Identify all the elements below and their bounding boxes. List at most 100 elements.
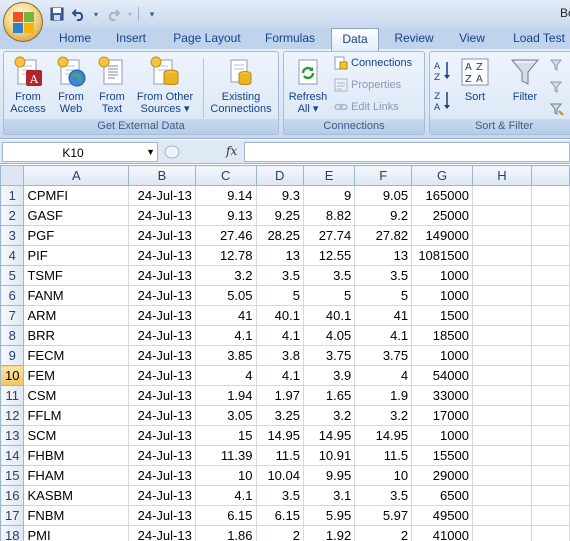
cell-d[interactable]: 13 [255,245,304,266]
cell-f[interactable]: 5 [354,285,413,306]
cell-c[interactable]: 6.15 [194,505,257,526]
cell-b[interactable]: 24-Jul-13 [128,185,196,206]
cell-g[interactable]: 33000 [411,385,473,406]
cell-a[interactable]: FHBM [23,445,130,466]
cell-e[interactable]: 3.5 [302,265,356,286]
cell-f[interactable]: 9.05 [354,185,413,206]
cell-d[interactable]: 40.1 [255,305,304,326]
cell-g[interactable]: 1081500 [411,245,473,266]
cell-b[interactable]: 24-Jul-13 [128,385,196,406]
cell-g[interactable]: 54000 [411,365,473,386]
cell-c[interactable]: 3.85 [194,345,257,366]
cell-c[interactable]: 4.1 [194,485,257,506]
cell-c[interactable]: 41 [194,305,257,326]
cell-f[interactable]: 3.75 [354,345,413,366]
cell-a[interactable]: PGF [23,225,130,246]
cell-h[interactable] [471,445,532,466]
cell-i[interactable] [530,365,570,386]
cell-c[interactable]: 9.13 [194,205,257,226]
cell-h[interactable] [471,405,532,426]
cell-b[interactable]: 24-Jul-13 [128,445,196,466]
cell-h[interactable] [471,345,532,366]
cell-a[interactable]: CSM [23,385,130,406]
column-header-g[interactable]: G [411,165,473,186]
cell-d[interactable]: 28.25 [255,225,304,246]
from-access-button[interactable]: A From Access [6,56,50,115]
cell-i[interactable] [530,265,570,286]
cell-i[interactable] [530,505,570,526]
cell-g[interactable]: 165000 [411,185,473,206]
cell-a[interactable]: FECM [23,345,130,366]
cell-h[interactable] [471,205,532,226]
cell-e[interactable]: 10.91 [302,445,356,466]
cell-b[interactable]: 24-Jul-13 [128,345,196,366]
cell-c[interactable]: 27.46 [194,225,257,246]
cell-f[interactable]: 14.95 [354,425,413,446]
cell-b[interactable]: 24-Jul-13 [128,245,196,266]
cell-g[interactable]: 1000 [411,425,473,446]
cell-a[interactable]: PMI [23,525,130,541]
row-header[interactable]: 11 [0,385,25,406]
cell-b[interactable]: 24-Jul-13 [128,325,196,346]
cell-f[interactable]: 27.82 [354,225,413,246]
tab-home[interactable]: Home [52,28,98,50]
cell-i[interactable] [530,305,570,326]
cell-i[interactable] [530,245,570,266]
cell-d[interactable]: 4.1 [255,325,304,346]
cell-a[interactable]: SCM [23,425,130,446]
row-header[interactable]: 8 [0,325,25,346]
cell-c[interactable]: 1.86 [194,525,257,541]
cell-b[interactable]: 24-Jul-13 [128,465,196,486]
cell-c[interactable]: 3.2 [194,265,257,286]
column-header-h[interactable]: H [471,165,532,186]
from-text-button[interactable]: From Text [92,56,132,115]
row-header[interactable]: 16 [0,485,25,506]
cell-c[interactable]: 4.1 [194,325,257,346]
edit-links-button[interactable]: Edit Links [334,100,399,114]
cell-b[interactable]: 24-Jul-13 [128,305,196,326]
column-header-f[interactable]: F [354,165,413,186]
sort-button[interactable]: AZZA Sort [458,56,492,103]
select-all-corner[interactable] [0,165,25,186]
insert-function-button[interactable]: fx [226,144,237,158]
properties-button[interactable]: Properties [334,78,401,92]
column-header-i[interactable] [530,165,570,186]
row-header[interactable]: 6 [0,285,25,306]
cell-e[interactable]: 5 [302,285,356,306]
cell-h[interactable] [471,325,532,346]
row-header[interactable]: 12 [0,405,25,426]
cell-f[interactable]: 3.5 [354,265,413,286]
cell-i[interactable] [530,445,570,466]
cell-e[interactable]: 12.55 [302,245,356,266]
cell-i[interactable] [530,425,570,446]
cell-a[interactable]: FANM [23,285,130,306]
cell-i[interactable] [530,325,570,346]
cell-a[interactable]: ARM [23,305,130,326]
cell-e[interactable]: 3.75 [302,345,356,366]
cell-e[interactable]: 3.1 [302,485,356,506]
cell-g[interactable]: 17000 [411,405,473,426]
save-icon[interactable] [48,5,66,23]
cell-d[interactable]: 9.25 [255,205,304,226]
cell-a[interactable]: FFLM [23,405,130,426]
cell-h[interactable] [471,265,532,286]
cell-g[interactable]: 1500 [411,305,473,326]
cell-i[interactable] [530,465,570,486]
cell-c[interactable]: 15 [194,425,257,446]
cell-b[interactable]: 24-Jul-13 [128,285,196,306]
cell-c[interactable]: 1.94 [194,385,257,406]
cell-f[interactable]: 2 [354,525,413,541]
cell-d[interactable]: 3.8 [255,345,304,366]
cell-i[interactable] [530,345,570,366]
advanced-filter-button[interactable] [549,102,564,116]
column-header-d[interactable]: D [255,165,304,186]
cell-a[interactable]: GASF [23,205,130,226]
cell-e[interactable]: 1.65 [302,385,356,406]
cell-c[interactable]: 5.05 [194,285,257,306]
tab-view[interactable]: View [450,28,494,50]
cell-g[interactable]: 6500 [411,485,473,506]
cell-f[interactable]: 4 [354,365,413,386]
cell-f[interactable]: 10 [354,465,413,486]
cell-f[interactable]: 3.5 [354,485,413,506]
cell-c[interactable]: 10 [194,465,257,486]
